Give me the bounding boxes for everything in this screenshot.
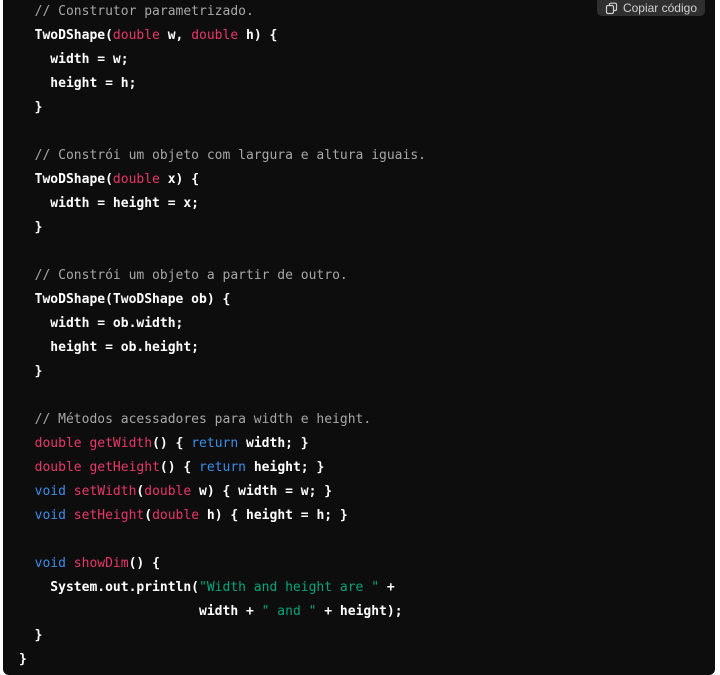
code-token: width = ob.width; <box>19 316 184 331</box>
code-line: } <box>19 96 426 120</box>
code-line: height = h; <box>19 72 426 96</box>
code-line: } <box>19 216 426 240</box>
code-token: getHeight <box>89 460 160 475</box>
code-token: void <box>34 508 66 523</box>
code-line: void setHeight(double h) { height = h; } <box>19 504 426 528</box>
code-token: width; } <box>238 436 309 451</box>
code-token: } <box>19 628 43 643</box>
copy-code-label: Copiar código <box>622 1 697 15</box>
code-token: height; } <box>246 460 325 475</box>
code-token: TwoDShape( <box>19 172 113 187</box>
code-token: showDim <box>73 556 129 571</box>
code-token: ( <box>144 508 153 523</box>
code-line: void setWidth(double w) { width = w; } <box>19 480 426 504</box>
code-line: width = ob.width; <box>19 312 426 336</box>
code-token: double <box>112 172 160 187</box>
code-token: w, <box>159 28 192 43</box>
code-token: double <box>191 28 239 43</box>
code-token: setHeight <box>73 508 145 523</box>
code-token: } <box>19 652 27 667</box>
code-token: width = w; <box>19 52 129 67</box>
code-line: // Construtor parametrizado. <box>19 0 426 24</box>
code-line: TwoDShape(double x) { <box>19 168 426 192</box>
code-token: System.out.println( <box>19 580 200 595</box>
code-token: "Width and height are " <box>199 580 380 595</box>
code-line: TwoDShape(double w, double h) { <box>19 24 426 48</box>
code-line: } <box>19 624 426 648</box>
code-token: // Constrói um objeto a partir de outro. <box>19 268 348 283</box>
code-token: width = height = x; <box>19 196 200 211</box>
code-token: height = h; <box>19 76 137 91</box>
code-token: w) { width = w; } <box>191 484 333 499</box>
code-token: () { <box>128 556 160 571</box>
code-token: () { <box>152 436 192 451</box>
code-line: width = w; <box>19 48 426 72</box>
code-token: getWidth <box>89 436 153 451</box>
code-token: width + <box>19 604 262 619</box>
code-token: double <box>152 508 200 523</box>
code-token: } <box>19 220 43 235</box>
code-line: // Métodos acessadores para width e heig… <box>19 408 426 432</box>
code-token: h) { height = h; } <box>199 508 348 523</box>
code-token: } <box>19 100 43 115</box>
code-line: double getWidth() { return width; } <box>19 432 426 456</box>
code-block: Copiar código // Construtor parametrizad… <box>3 0 715 675</box>
code-line: double getHeight() { return height; } <box>19 456 426 480</box>
code-line: void showDim() { <box>19 552 426 576</box>
code-token: setWidth <box>73 484 137 499</box>
code-token: " and " <box>261 604 317 619</box>
code-token: () { <box>159 460 200 475</box>
code-token: } <box>19 364 43 379</box>
code-token: return <box>191 436 239 451</box>
code-token: // Constrói um objeto com largura e altu… <box>19 148 426 163</box>
code-token: // Métodos acessadores para width e heig… <box>19 412 372 427</box>
code-content: // Construtor parametrizado. TwoDShape(d… <box>19 0 426 672</box>
code-token: void <box>34 484 66 499</box>
code-line: width = height = x; <box>19 192 426 216</box>
code-token: double <box>144 484 192 499</box>
code-line: // Constrói um objeto com largura e altu… <box>19 144 426 168</box>
code-token: x) { <box>159 172 200 187</box>
code-token: + height); <box>316 604 403 619</box>
code-line: } <box>19 360 426 384</box>
code-token: TwoDShape(TwoDShape ob) { <box>19 292 231 307</box>
code-token: h) { <box>238 28 278 43</box>
code-token: TwoDShape( <box>19 28 113 43</box>
code-token: void <box>34 556 66 571</box>
code-token: + <box>379 580 395 595</box>
code-line: height = ob.height; <box>19 336 426 360</box>
code-token: double <box>112 28 160 43</box>
code-line: width + " and " + height); <box>19 600 426 624</box>
copy-icon <box>605 2 618 15</box>
code-line: // Constrói um objeto a partir de outro. <box>19 264 426 288</box>
code-line: } <box>19 648 426 672</box>
code-token: double <box>34 460 82 475</box>
code-token: height = ob.height; <box>19 340 200 355</box>
code-token: return <box>199 460 247 475</box>
code-line: TwoDShape(TwoDShape ob) { <box>19 288 426 312</box>
code-line: System.out.println("Width and height are… <box>19 576 426 600</box>
copy-code-button[interactable]: Copiar código <box>596 0 705 16</box>
code-token: double <box>34 436 82 451</box>
code-token: // Construtor parametrizado. <box>19 4 254 19</box>
